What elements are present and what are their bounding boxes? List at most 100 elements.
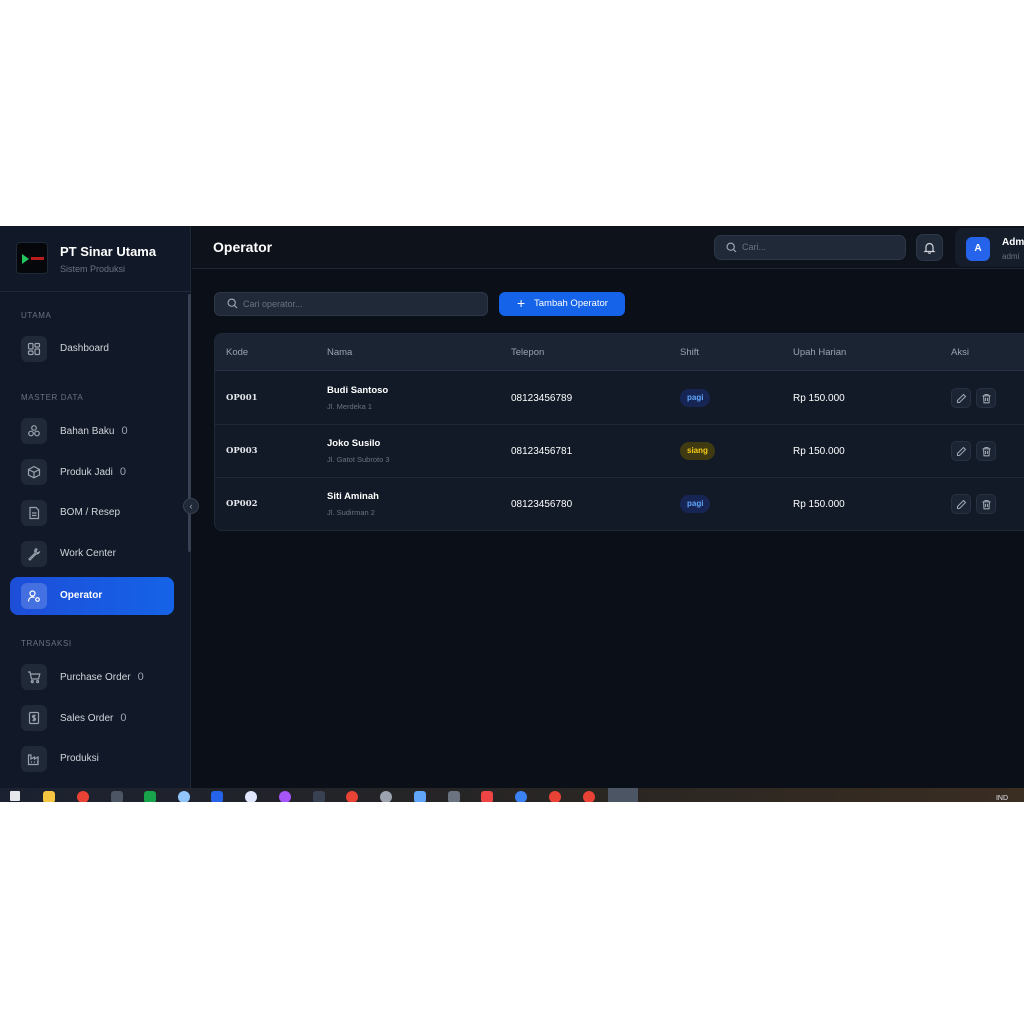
sidebar-item-sales-order[interactable]: Sales Order 0 xyxy=(10,699,174,737)
sidebar-item-produksi[interactable]: Produksi xyxy=(10,740,174,778)
start-menu-icon[interactable] xyxy=(10,791,20,801)
sidebar-item-label: Produksi xyxy=(60,753,99,764)
cell-alamat: Jl. Gatot Subroto 3 xyxy=(327,455,390,464)
table-row[interactable]: OP001 Budi Santoso Jl. Merdeka 1 0812345… xyxy=(215,372,1024,425)
sidebar-item-bom-resep[interactable]: BOM / Resep xyxy=(10,494,174,532)
page-title: Operator xyxy=(213,239,273,255)
wrench-icon xyxy=(21,541,47,567)
cell-kode: OP001 xyxy=(226,393,258,403)
cell-telepon: 08123456781 xyxy=(511,446,573,457)
receipt-icon xyxy=(21,705,47,731)
search-icon xyxy=(227,298,238,309)
sidebar-item-work-center[interactable]: Work Center xyxy=(10,535,174,573)
sidebar-item-purchase-order[interactable]: Purchase Order 0 xyxy=(10,658,174,696)
sidebar-item-label: Work Center xyxy=(60,548,116,559)
user-gear-icon xyxy=(21,583,47,609)
top-header: Operator Cari... A Adm admi xyxy=(192,226,1024,269)
app-icon[interactable] xyxy=(481,791,493,802)
global-search-input[interactable]: Cari... xyxy=(714,235,906,260)
factory-icon xyxy=(21,746,47,772)
sidebar-item-bahan-baku[interactable]: Bahan Baku 0 xyxy=(10,412,174,450)
cell-telepon: 08123456780 xyxy=(511,499,573,510)
sidebar-collapse-button[interactable]: ‹ xyxy=(183,498,199,514)
edit-button[interactable] xyxy=(951,494,971,514)
table-row[interactable]: OP002 Siti Aminah Jl. Sudirman 2 0812345… xyxy=(215,478,1024,530)
column-header-aksi: Aksi xyxy=(951,347,969,358)
sidebar-item-label: Produk Jadi xyxy=(60,467,113,478)
nav-count: 0 xyxy=(119,466,126,478)
section-label-master-data: MASTER DATA xyxy=(21,393,84,402)
cart-icon xyxy=(21,664,47,690)
edit-button[interactable] xyxy=(951,388,971,408)
sidebar-item-label: Purchase Order xyxy=(60,672,131,683)
column-header-kode[interactable]: Kode xyxy=(226,347,248,358)
company-logo xyxy=(16,242,48,274)
add-operator-button[interactable]: + Tambah Operator xyxy=(499,292,625,316)
app-icon[interactable] xyxy=(279,791,291,802)
column-header-nama[interactable]: Nama xyxy=(327,347,352,358)
cell-telepon: 08123456789 xyxy=(511,393,573,404)
sidebar-item-label: Bahan Baku xyxy=(60,426,115,437)
section-label-utama: UTAMA xyxy=(21,311,52,320)
app-icon[interactable] xyxy=(448,791,460,802)
search-placeholder: Cari... xyxy=(742,242,767,252)
chrome-icon[interactable] xyxy=(77,791,89,802)
sidebar: PT Sinar Utama Sistem Produksi UTAMA Das… xyxy=(0,226,191,788)
sidebar-item-produk-jadi[interactable]: Produk Jadi 0 xyxy=(10,453,174,491)
column-header-upah-harian[interactable]: Upah Harian xyxy=(793,347,846,358)
cell-nama: Budi Santoso xyxy=(327,385,389,396)
sidebar-item-label: BOM / Resep xyxy=(60,507,121,518)
app-icon[interactable] xyxy=(313,791,325,802)
cell-upah: Rp 150.000 xyxy=(793,499,845,510)
delete-button[interactable] xyxy=(976,388,996,408)
search-icon xyxy=(726,242,737,253)
notifications-button[interactable] xyxy=(916,234,943,261)
app-icon[interactable] xyxy=(515,791,527,802)
avatar: A xyxy=(966,237,990,261)
vscode-icon[interactable] xyxy=(211,791,223,802)
brand: PT Sinar Utama Sistem Produksi xyxy=(0,226,191,292)
brand-title: PT Sinar Utama xyxy=(60,244,157,259)
sidebar-item-label: Operator xyxy=(60,590,103,601)
cell-kode: OP002 xyxy=(226,499,258,509)
app-icon[interactable] xyxy=(414,791,426,802)
shift-badge: siang xyxy=(680,442,715,460)
section-label-transaksi: TRANSAKSI xyxy=(21,639,72,648)
app-icon[interactable] xyxy=(245,791,257,802)
edit-button[interactable] xyxy=(951,441,971,461)
sidebar-item-operator[interactable]: Operator xyxy=(10,577,174,615)
cell-kode: OP003 xyxy=(226,446,258,456)
chrome-icon[interactable] xyxy=(549,791,561,802)
os-taskbar: IND xyxy=(0,788,1024,802)
active-app-icon[interactable] xyxy=(608,788,638,802)
file-explorer-icon[interactable] xyxy=(43,791,55,802)
user-name: Adm xyxy=(1002,237,1024,248)
delete-button[interactable] xyxy=(976,441,996,461)
table-header: Kode Nama Telepon Shift Upah Harian Aksi xyxy=(215,334,1024,371)
search-placeholder: Cari operator... xyxy=(243,299,303,309)
shift-badge: pagi xyxy=(680,495,711,513)
user-menu[interactable]: A Adm admi xyxy=(955,228,1024,267)
cell-alamat: Jl. Merdeka 1 xyxy=(327,402,373,411)
table-row[interactable]: OP003 Joko Susilo Jl. Gatot Subroto 3 08… xyxy=(215,425,1024,478)
dashboard-icon xyxy=(21,336,47,362)
column-header-telepon[interactable]: Telepon xyxy=(511,347,544,358)
operator-search-input[interactable]: Cari operator... xyxy=(214,292,488,316)
app-icon[interactable] xyxy=(178,791,190,802)
pencil-icon xyxy=(956,393,966,403)
brand-subtitle: Sistem Produksi xyxy=(60,264,126,274)
pencil-icon xyxy=(956,446,966,456)
spreadsheet-icon[interactable] xyxy=(144,791,156,802)
app-icon[interactable] xyxy=(380,791,392,802)
sidebar-item-dashboard[interactable]: Dashboard xyxy=(10,330,174,368)
shift-badge: pagi xyxy=(680,389,711,407)
chrome-icon[interactable] xyxy=(583,791,595,802)
language-indicator[interactable]: IND xyxy=(996,795,1008,802)
nav-count: 0 xyxy=(137,671,144,683)
operator-table: Kode Nama Telepon Shift Upah Harian Aksi… xyxy=(214,333,1024,531)
chrome-icon[interactable] xyxy=(346,791,358,802)
column-header-shift[interactable]: Shift xyxy=(680,347,699,358)
delete-button[interactable] xyxy=(976,494,996,514)
app-icon[interactable] xyxy=(111,791,123,802)
cell-upah: Rp 150.000 xyxy=(793,446,845,457)
